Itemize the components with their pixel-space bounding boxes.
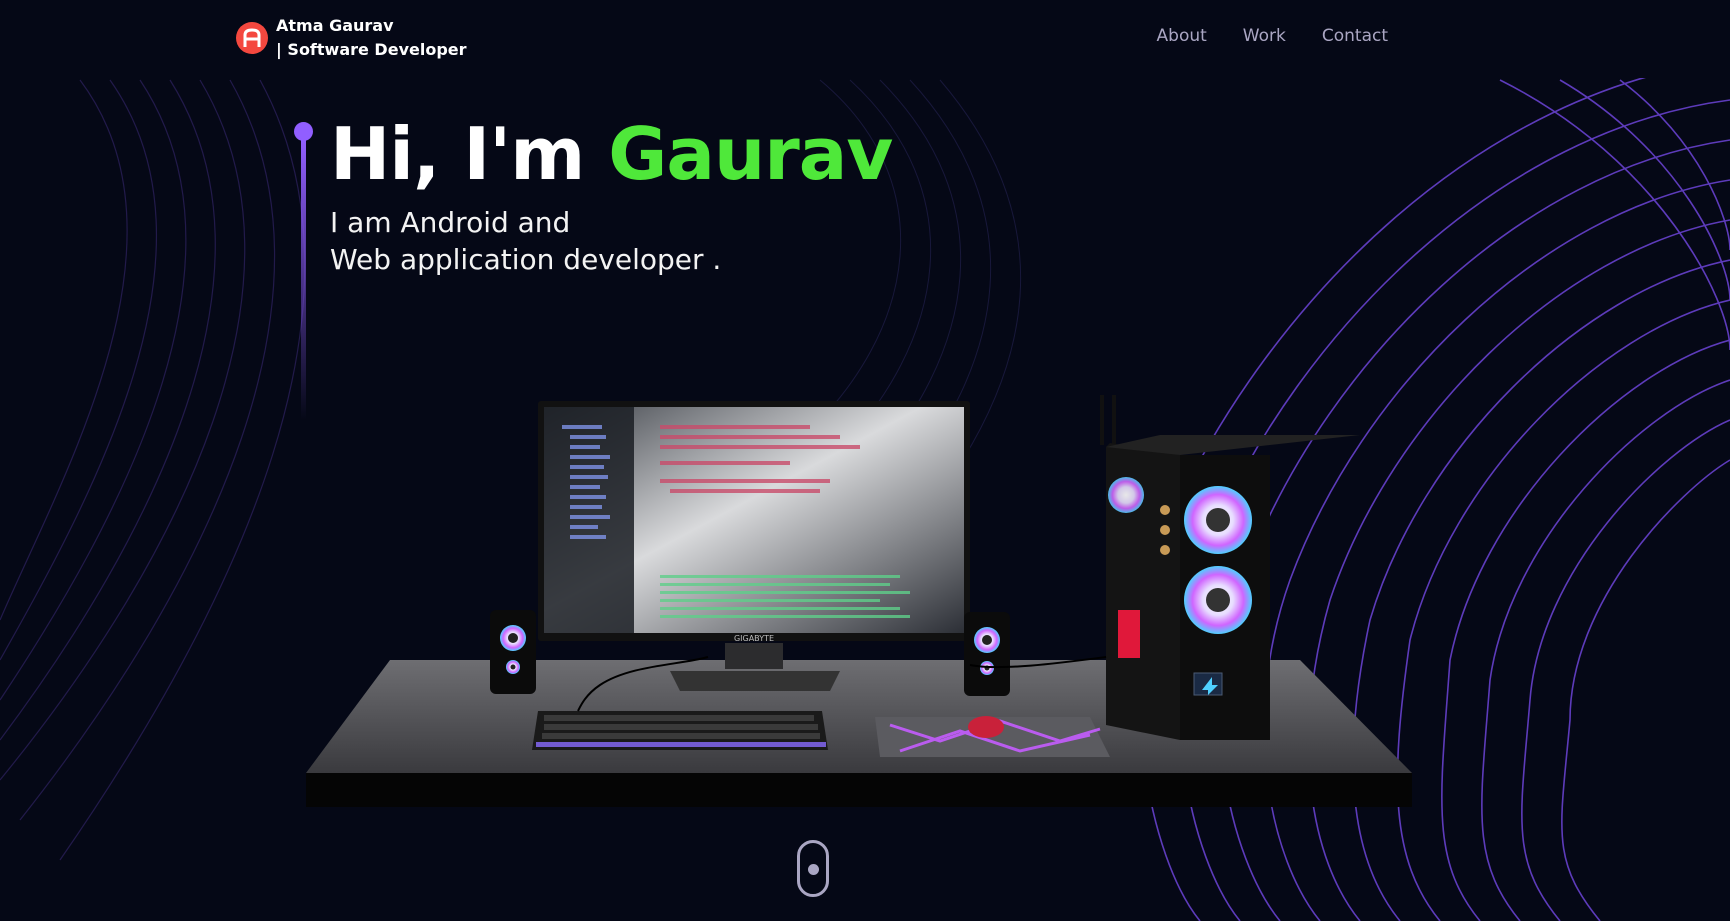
monitor: GIGABYTE (538, 401, 970, 691)
speaker-left (490, 610, 536, 694)
desk-computer-scene[interactable]: GIGABYTE (300, 395, 1420, 815)
keyboard (532, 711, 828, 750)
nav-link-contact[interactable]: Contact (1322, 26, 1388, 46)
hero-name: Gaurav (608, 112, 893, 196)
hero-subtitle-line1: I am Android and (330, 206, 571, 239)
monitor-brand: GIGABYTE (734, 634, 774, 643)
logo-icon[interactable] (236, 22, 268, 54)
brand-role: | Software Developer (276, 40, 467, 59)
scroll-indicator-dot (807, 864, 819, 875)
nav-links: About Work Contact (1157, 26, 1388, 46)
hero-subtitle: I am Android and Web application develop… (330, 204, 721, 278)
nav-link-about[interactable]: About (1157, 26, 1207, 46)
hero-timeline-dot (294, 122, 313, 141)
speaker-right (964, 612, 1010, 696)
hero-timeline-line (301, 140, 306, 420)
hero-greeting: Hi, I'm (330, 112, 609, 196)
brand-name: Atma Gaurav (276, 16, 394, 35)
mouse (968, 716, 1004, 738)
nav-link-work[interactable]: Work (1243, 26, 1286, 46)
brand-block[interactable]: Atma Gaurav | Software Developer (276, 14, 467, 62)
navbar: Atma Gaurav | Software Developer About W… (0, 0, 1730, 78)
hero-title: Hi, I'm Gaurav (330, 108, 893, 200)
mouse-scroll-icon[interactable] (797, 840, 829, 897)
hero-subtitle-line2: Web application developer . (330, 243, 722, 276)
